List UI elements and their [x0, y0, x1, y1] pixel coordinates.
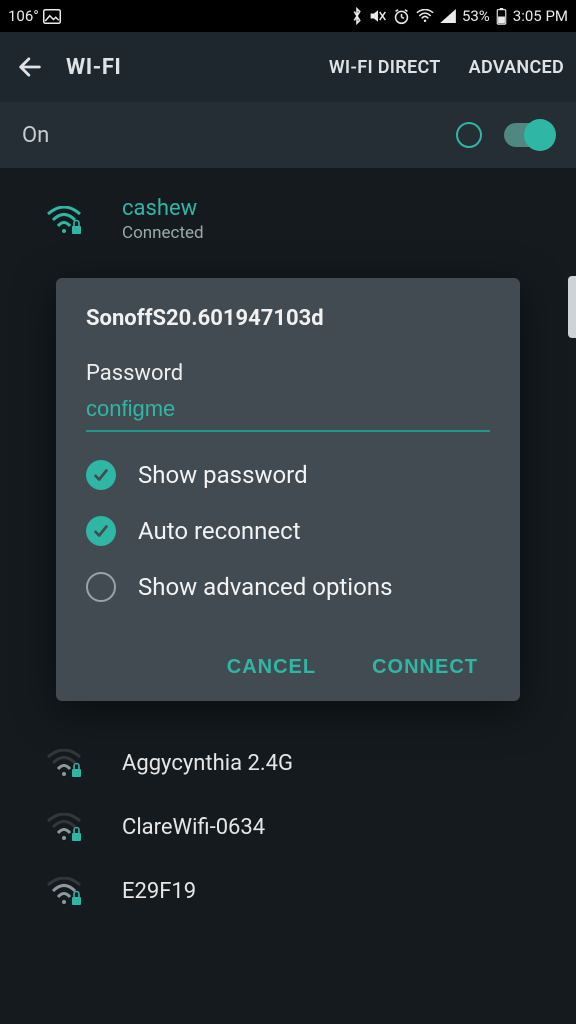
dialog-backdrop: SonoffS20.601947103d Password Show passw… — [0, 0, 576, 1024]
password-input[interactable] — [86, 390, 490, 432]
connect-button[interactable]: CONNECT — [368, 646, 482, 689]
radio-unchecked-icon — [86, 572, 116, 602]
checkbox-label: Show password — [138, 461, 308, 489]
password-label: Password — [86, 361, 490, 386]
show-advanced-checkbox[interactable]: Show advanced options — [86, 572, 490, 602]
checkbox-label: Show advanced options — [138, 573, 392, 601]
show-password-checkbox[interactable]: Show password — [86, 460, 490, 490]
cancel-button[interactable]: CANCEL — [223, 646, 320, 689]
auto-reconnect-checkbox[interactable]: Auto reconnect — [86, 516, 490, 546]
wifi-connect-dialog: SonoffS20.601947103d Password Show passw… — [56, 278, 520, 701]
dialog-title: SonoffS20.601947103d — [86, 306, 490, 331]
checkbox-label: Auto reconnect — [138, 517, 301, 545]
checkmark-icon — [86, 516, 116, 546]
checkmark-icon — [86, 460, 116, 490]
